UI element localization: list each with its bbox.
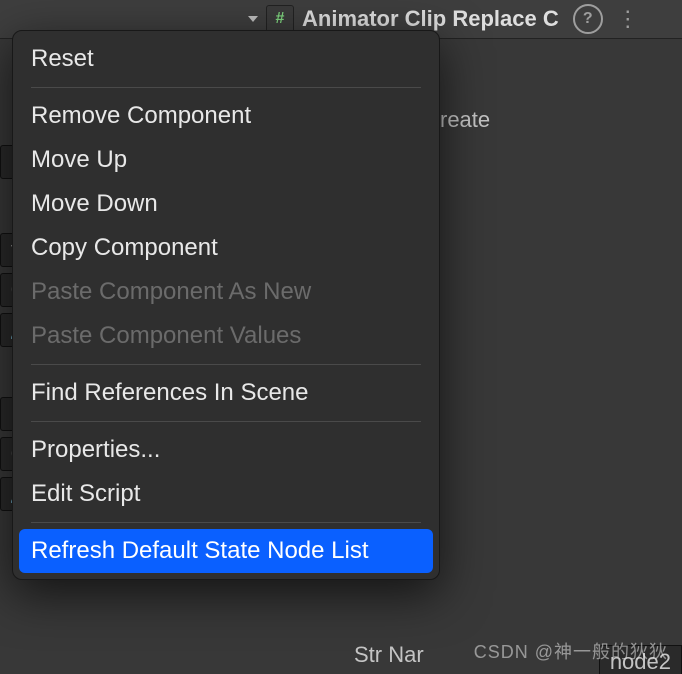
menu-find-references[interactable]: Find References In Scene: [13, 371, 439, 415]
script-icon: #: [266, 5, 294, 33]
watermark: CSDN @神一般的狄狄: [474, 638, 668, 664]
menu-copy-component[interactable]: Copy Component: [13, 226, 439, 270]
separator: [31, 87, 421, 88]
menu-move-up[interactable]: Move Up: [13, 138, 439, 182]
separator: [31, 421, 421, 422]
menu-properties[interactable]: Properties...: [13, 428, 439, 472]
kebab-icon[interactable]: ⋮: [617, 6, 637, 32]
separator: [31, 364, 421, 365]
component-title: Animator Clip Replace C: [302, 6, 559, 32]
menu-remove-component[interactable]: Remove Component: [13, 94, 439, 138]
menu-paste-new: Paste Component As New: [13, 270, 439, 314]
menu-edit-script[interactable]: Edit Script: [13, 472, 439, 516]
inspector-panel: # Animator Clip Replace C ? ⋮ # Animator…: [0, 0, 682, 674]
help-icon[interactable]: ?: [573, 4, 603, 34]
menu-paste-values: Paste Component Values: [13, 314, 439, 358]
foldout-icon[interactable]: [248, 16, 258, 22]
str-label: Str Nar: [354, 642, 424, 668]
separator: [31, 522, 421, 523]
context-menu: Reset Remove Component Move Up Move Down…: [12, 30, 440, 580]
menu-reset[interactable]: Reset: [13, 37, 439, 81]
menu-move-down[interactable]: Move Down: [13, 182, 439, 226]
menu-refresh-list[interactable]: Refresh Default State Node List: [19, 529, 433, 573]
create-label: reate: [440, 107, 490, 133]
